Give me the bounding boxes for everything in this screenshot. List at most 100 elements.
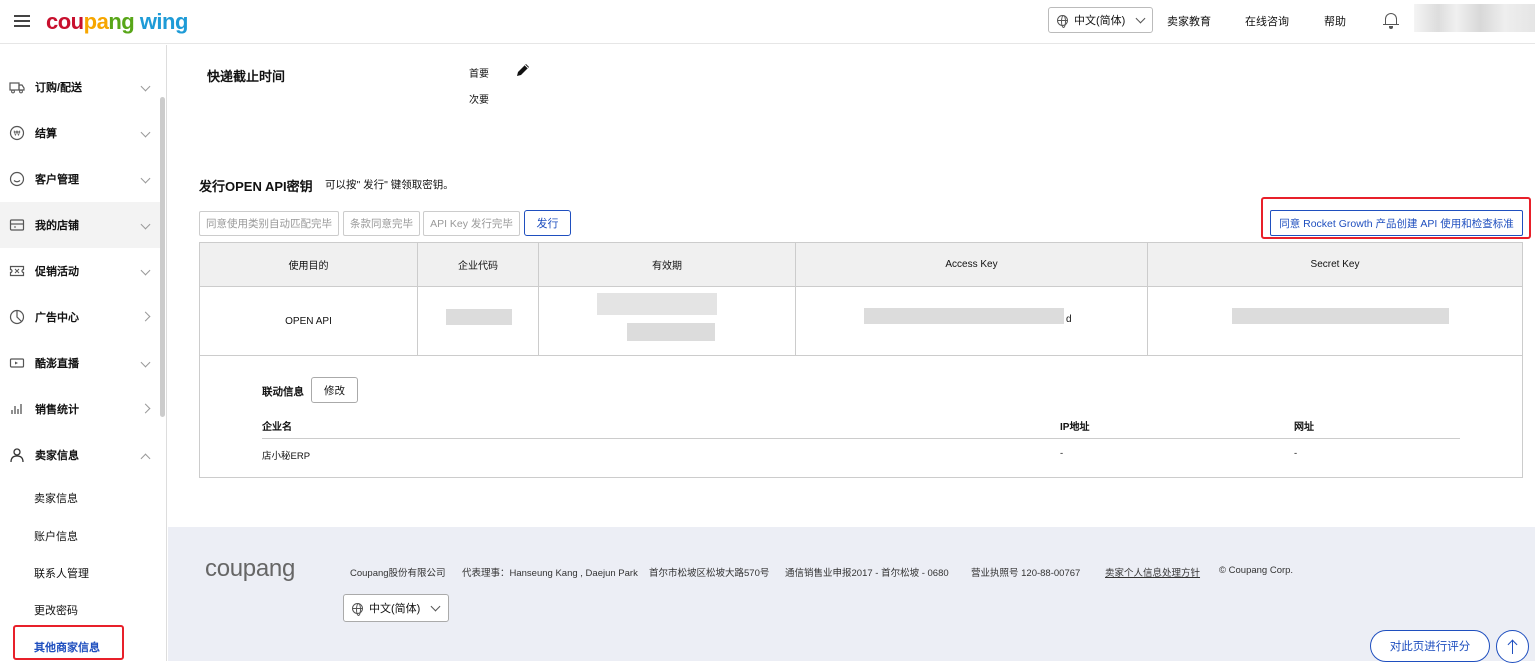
footer: coupang Coupang股份有限公司 代表理事：Hanseung Kang… [168, 527, 1535, 663]
svg-text:₩: ₩ [14, 130, 21, 138]
live-icon [9, 358, 25, 368]
chevron-down-icon [140, 357, 151, 368]
step-api-key-issued: API Key 发行完毕 [423, 211, 520, 236]
secondary-label: 次要 [469, 95, 489, 106]
sub-item-seller-info[interactable]: 卖家信息 [34, 490, 78, 506]
step-category-agree: 同意使用类别自动匹配完毕 [199, 211, 339, 236]
cell-ip-address: - [1060, 448, 1064, 459]
footer-language-select[interactable]: 中文(简体) [343, 594, 449, 622]
sidebar-item-label: 酷澎直播 [35, 358, 79, 370]
cell-validity [539, 287, 796, 355]
link-info-panel: 联动信息 企业名 IP地址 网址 店小秘ERP - - [199, 356, 1523, 478]
sidebar-item-label: 广告中心 [35, 312, 79, 324]
coupang-footer-logo: coupang [205, 555, 295, 582]
footer-language-label: 中文(简体) [369, 603, 421, 615]
chevron-down-icon [430, 601, 441, 612]
language-label: 中文(简体) [1074, 15, 1126, 27]
store-icon [9, 219, 25, 231]
cell-secret-key [1148, 287, 1522, 355]
sidebar-item-seller-info[interactable]: 卖家信息 [0, 432, 160, 478]
rate-page-button[interactable]: 对此页进行评分 [1370, 630, 1490, 662]
blurred-value [627, 323, 715, 341]
col-company-name: 企业名 [262, 422, 292, 433]
blurred-value [597, 293, 717, 315]
chevron-down-icon [140, 173, 151, 184]
language-select[interactable]: 中文(简体) [1048, 7, 1153, 33]
account-menu-blurred[interactable] [1414, 4, 1535, 32]
coupang-wing-logo[interactable]: coupang wing [46, 9, 188, 35]
pencil-edit-icon[interactable] [512, 59, 534, 81]
sidebar-item-sales-stats[interactable]: 销售统计 [0, 386, 160, 432]
logo-part: cou [46, 9, 84, 34]
blurred-value [446, 309, 512, 325]
sidebar-item-promotions[interactable]: 促销活动 [0, 248, 160, 294]
access-key-tail: d [1066, 314, 1072, 325]
sidebar-item-label: 客户管理 [35, 174, 79, 186]
coupon-icon [9, 265, 25, 277]
open-api-title: 发行OPEN API密钥 [199, 179, 313, 194]
sidebar-item-settlement[interactable]: ₩ 结算 [0, 110, 160, 156]
sidebar-item-ads[interactable]: 广告中心 [0, 294, 160, 340]
sub-item-account-info[interactable]: 账户信息 [34, 528, 78, 544]
chevron-down-icon [140, 127, 151, 138]
globe-icon [352, 602, 363, 616]
user-icon [10, 448, 24, 463]
sidebar-scrollbar[interactable] [160, 97, 165, 417]
smile-icon [9, 171, 25, 187]
logo-part: wing [134, 9, 189, 34]
bell-icon[interactable] [1383, 11, 1399, 29]
footer-copyright: © Coupang Corp. [1219, 565, 1294, 576]
cutoff-time-title: 快递截止时间 [207, 69, 286, 84]
col-ip-address: IP地址 [1060, 422, 1090, 433]
issue-button[interactable]: 发行 [524, 210, 571, 236]
cell-company-name: 店小秘ERP [262, 451, 311, 462]
chevron-down-icon [140, 219, 151, 230]
top-header: coupang wing 中文(简体) 卖家教育 在线咨询 帮助 [0, 0, 1535, 44]
online-chat-link[interactable]: 在线咨询 [1245, 13, 1289, 29]
sidebar: 订购/配送 ₩ 结算 客户管理 我的店铺 促销活动 广告中心 酷澎直播 销售统计 [0, 45, 167, 661]
chevron-right-icon [140, 403, 151, 414]
footer-company: Coupang股份有限公司 [350, 568, 446, 579]
globe-icon [1057, 14, 1068, 28]
edit-link-info-button[interactable]: 修改 [311, 377, 358, 403]
sidebar-item-customers[interactable]: 客户管理 [0, 156, 160, 202]
menu-icon[interactable] [14, 15, 30, 27]
sub-item-contacts[interactable]: 联系人管理 [34, 565, 89, 581]
chevron-down-icon [140, 265, 151, 276]
truck-icon [9, 82, 25, 94]
col-url: 网址 [1294, 422, 1314, 433]
scroll-to-top-button[interactable] [1496, 630, 1529, 663]
chart-pie-icon [9, 309, 25, 325]
primary-label: 首要 [469, 69, 489, 80]
sidebar-item-label: 结算 [35, 128, 57, 140]
footer-address: 首尔市松坡区松坡大路570号 [649, 568, 770, 579]
cell-company-code [418, 287, 539, 355]
highlight-box [13, 625, 124, 660]
sidebar-item-orders[interactable]: 订购/配送 [0, 64, 160, 110]
sidebar-item-label: 订购/配送 [35, 82, 83, 94]
cell-access-key: d [796, 287, 1148, 355]
bar-chart-icon [11, 404, 22, 414]
footer-biz-no: 营业执照号 120-88-00767 [971, 568, 1081, 579]
divider [262, 438, 1460, 439]
chevron-down-icon [140, 81, 151, 92]
table-row: OPEN API d [199, 287, 1523, 356]
help-link[interactable]: 帮助 [1324, 13, 1346, 29]
won-coin-icon: ₩ [9, 125, 25, 141]
footer-privacy-link[interactable]: 卖家个人信息处理方针 [1105, 565, 1200, 579]
cell-purpose: OPEN API [200, 287, 418, 355]
seller-education-link[interactable]: 卖家教育 [1167, 13, 1211, 29]
sub-item-change-password[interactable]: 更改密码 [34, 602, 78, 618]
sidebar-item-label: 促销活动 [35, 266, 79, 278]
sidebar-item-my-store[interactable]: 我的店铺 [0, 202, 160, 248]
api-table-header: 使用目的 企业代码 有效期 Access Key Secret Key [199, 242, 1523, 287]
col-validity: 有效期 [539, 243, 796, 286]
open-api-hint: 可以按" 发行" 键领取密钥。 [325, 179, 454, 191]
chevron-down-icon [1135, 13, 1146, 24]
sidebar-item-live[interactable]: 酷澎直播 [0, 340, 160, 386]
cell-url: - [1294, 448, 1298, 459]
blurred-value [1232, 308, 1449, 324]
col-company-code: 企业代码 [418, 243, 539, 286]
col-purpose: 使用目的 [200, 243, 418, 286]
col-access-key: Access Key [796, 243, 1148, 286]
